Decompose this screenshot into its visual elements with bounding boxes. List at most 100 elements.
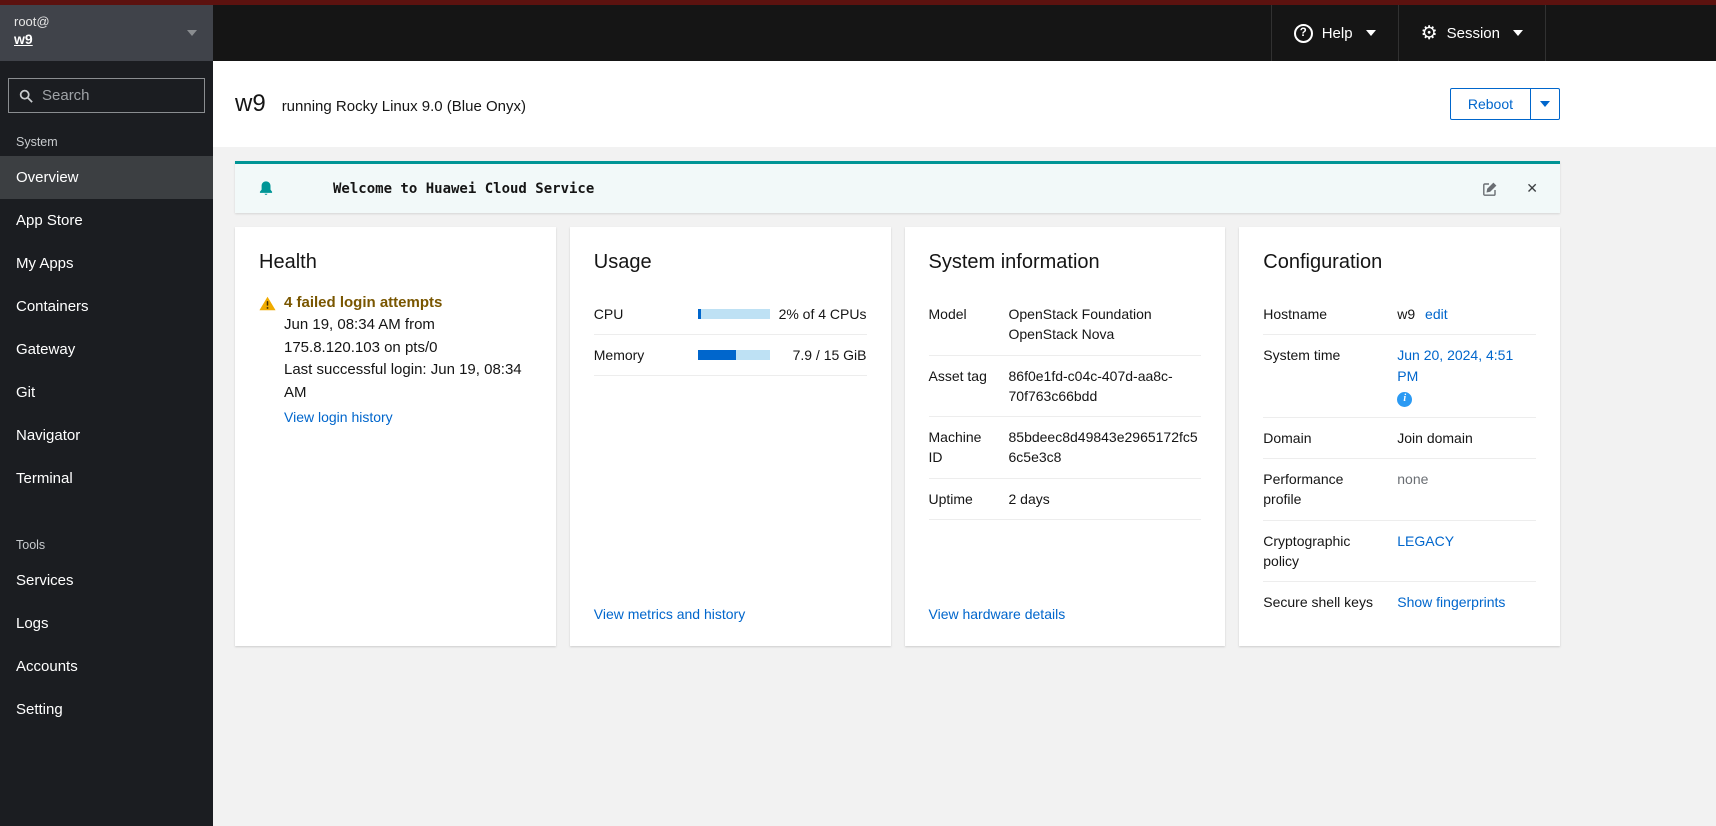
sidebar-item-setting[interactable]: Setting (0, 688, 213, 731)
reboot-split-button: Reboot (1449, 88, 1560, 120)
host-block: w9 running Rocky Linux 9.0 (Blue Onyx) (235, 90, 526, 118)
crypto-policy-label: Cryptographic policy (1263, 532, 1351, 569)
system-time-link[interactable]: Jun 20, 2024, 4:51 PM (1397, 347, 1513, 383)
performance-profile-row: Performance profile none (1263, 459, 1536, 521)
model-row: Model OpenStack Foundation OpenStack Nov… (928, 294, 1202, 356)
configuration-card: Configuration Hostname w9 edit System ti… (1239, 227, 1560, 647)
main-column: ? Help ⚙ Session w9 running Rocky Linux … (213, 5, 1716, 826)
sidebar-item-app-store[interactable]: App Store (0, 199, 213, 242)
memory-usage-row: Memory 7.9 / 15 GiB (593, 335, 867, 376)
ssh-keys-row: Secure shell keys Show fingerprints (1263, 582, 1536, 622)
model-label: Model (928, 306, 967, 322)
uptime-value: 2 days (1008, 490, 1050, 507)
page-header: w9 running Rocky Linux 9.0 (Blue Onyx) R… (213, 61, 1716, 147)
show-fingerprints-link[interactable]: Show fingerprints (1397, 592, 1505, 612)
sidebar-item-containers[interactable]: Containers (0, 285, 213, 328)
sidebar-item-navigator[interactable]: Navigator (0, 414, 213, 457)
usage-card-title: Usage (593, 251, 652, 273)
app-layout: root@ w9 System Overview App Store My Ap… (0, 5, 1716, 826)
sidebar-search (0, 61, 213, 121)
cards-grid: Health 4 failed login attempts Jun 19, 0… (235, 227, 1560, 647)
hostname-value: w9 (1397, 306, 1416, 322)
reboot-dropdown-toggle[interactable] (1531, 88, 1560, 120)
model-value: OpenStack Foundation OpenStack Nova (1008, 306, 1152, 343)
sidebar-item-my-apps[interactable]: My Apps (0, 242, 213, 285)
uptime-label: Uptime (928, 490, 973, 507)
machine-id-label: Machine ID (928, 429, 982, 466)
page-title: w9 (235, 90, 266, 117)
crypto-policy-link[interactable]: LEGACY (1397, 531, 1454, 551)
user-menu-hostname: w9 (14, 31, 33, 47)
session-menu[interactable]: ⚙ Session (1397, 5, 1546, 61)
view-hardware-details-link[interactable]: View hardware details (929, 606, 1202, 622)
cpu-progress-bar (697, 309, 770, 319)
hostname-label: Hostname (1263, 306, 1328, 322)
help-icon: ? (1293, 23, 1313, 43)
join-domain-link[interactable]: Join domain (1397, 428, 1473, 448)
cpu-usage-row: CPU 2% of 4 CPUs (593, 294, 867, 335)
alert-close-button[interactable]: ✕ (1526, 180, 1538, 197)
failed-logins-details: Jun 19, 08:34 AM from 175.8.120.103 on p… (284, 314, 532, 404)
alert-banner: Welcome to Huawei Cloud Service ✕ (235, 161, 1560, 213)
close-icon: ✕ (1526, 180, 1538, 196)
alert-edit-button[interactable] (1482, 181, 1498, 197)
info-icon[interactable]: i (1397, 391, 1413, 407)
cpu-usage-value: 2% of 4 CPUs (778, 306, 867, 322)
system-time-label: System time (1263, 347, 1341, 364)
help-menu-label: Help (1321, 24, 1353, 42)
system-time-row: System time Jun 20, 2024, 4:51 PM i (1263, 335, 1536, 418)
performance-profile-label: Performance profile (1263, 470, 1344, 508)
ssh-keys-label: Secure shell keys (1263, 594, 1373, 611)
pencil-icon (1483, 182, 1497, 196)
performance-profile-value[interactable]: none (1397, 469, 1428, 489)
memory-progress-fill (697, 350, 736, 360)
sidebar-item-terminal[interactable]: Terminal (0, 457, 213, 500)
os-description: running Rocky Linux 9.0 (Blue Onyx) (281, 98, 526, 115)
crypto-policy-row: Cryptographic policy LEGACY (1263, 521, 1536, 583)
sidebar: root@ w9 System Overview App Store My Ap… (0, 5, 213, 826)
memory-progress-bar (697, 350, 770, 360)
sidebar-item-services[interactable]: Services (0, 559, 213, 602)
sidebar-item-logs[interactable]: Logs (0, 602, 213, 645)
memory-usage-value: 7.9 / 15 GiB (792, 347, 867, 363)
failed-logins-title: 4 failed login attempts (284, 294, 443, 311)
chevron-down-icon (187, 30, 197, 36)
usage-card: Usage CPU 2% of 4 CPUs Memory 7.9 / 15 G… (569, 227, 891, 647)
machine-id-value: 85bdeec8d49843e2965172fc56c5e3c8 (1008, 429, 1198, 466)
sidebar-item-gateway[interactable]: Gateway (0, 328, 213, 371)
system-info-card-title: System information (928, 251, 1100, 273)
nav-section-tools: Tools (16, 538, 46, 552)
user-menu-prefix: root@ (14, 14, 50, 29)
chevron-down-icon (1365, 30, 1376, 36)
domain-label: Domain (1263, 429, 1312, 446)
alert-title: Welcome to Huawei Cloud Service (333, 180, 595, 197)
view-metrics-link[interactable]: View metrics and history (594, 606, 867, 622)
uptime-row: Uptime 2 days (928, 479, 1202, 521)
failed-login-detail: Jun 19, 08:34 AM from 175.8.120.103 on p… (284, 316, 438, 356)
sidebar-item-git[interactable]: Git (0, 371, 213, 414)
sidebar-item-overview[interactable]: Overview (0, 156, 213, 199)
system-info-card: System information Model OpenStack Found… (904, 227, 1226, 647)
view-login-history-link[interactable]: View login history (284, 409, 532, 425)
hostname-row: Hostname w9 edit (1263, 294, 1536, 336)
masthead: ? Help ⚙ Session (213, 5, 1716, 61)
nav-section-system: System (16, 135, 58, 149)
reboot-button[interactable]: Reboot (1449, 88, 1531, 120)
bell-icon (257, 180, 275, 198)
sidebar-item-accounts[interactable]: Accounts (0, 645, 213, 688)
search-box[interactable] (8, 78, 205, 113)
gear-icon: ⚙ (1420, 22, 1438, 44)
search-icon (19, 89, 33, 103)
last-successful-login: Last successful login: Jun 19, 08:34 AM (284, 361, 522, 401)
cpu-label: CPU (593, 306, 624, 322)
memory-label: Memory (593, 347, 645, 363)
health-card: Health 4 failed login attempts Jun 19, 0… (235, 227, 556, 647)
chevron-down-icon (1513, 30, 1523, 36)
chevron-down-icon (1540, 101, 1550, 107)
help-menu[interactable]: ? Help (1270, 5, 1398, 61)
configuration-card-title: Configuration (1263, 251, 1383, 273)
hostname-edit-link[interactable]: edit (1425, 306, 1448, 322)
asset-tag-row: Asset tag 86f0e1fd-c04c-407d-aa8c-70f763… (928, 356, 1202, 418)
search-input[interactable] (42, 87, 194, 104)
user-menu[interactable]: root@ w9 (0, 5, 213, 61)
